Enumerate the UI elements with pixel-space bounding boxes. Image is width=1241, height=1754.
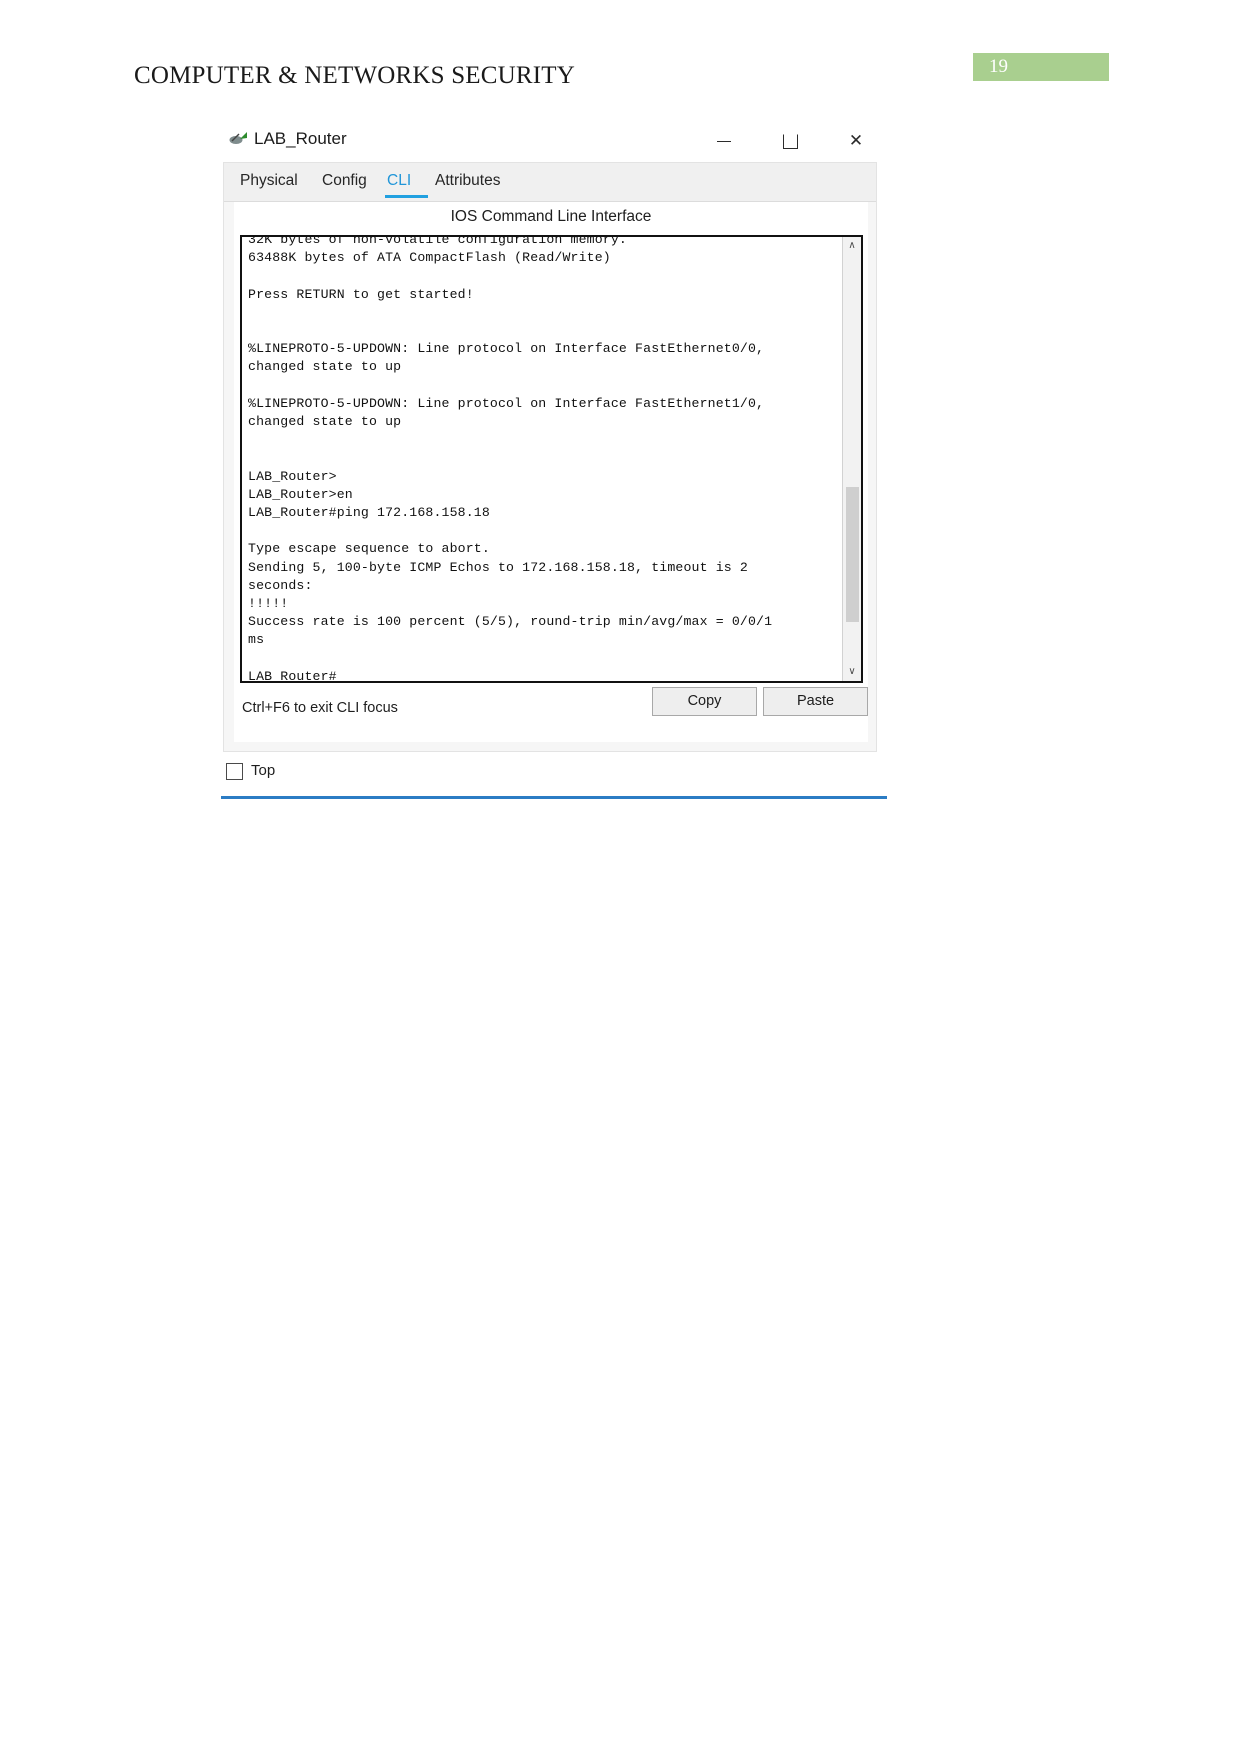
copy-button[interactable]: Copy — [652, 687, 757, 716]
tab-cli[interactable]: CLI — [387, 172, 411, 195]
terminal-output: 32K bytes of non-volatile configuration … — [248, 235, 773, 683]
window-bottom-rule — [221, 796, 887, 799]
maximize-icon — [782, 134, 798, 150]
terminal[interactable]: 32K bytes of non-volatile configuration … — [240, 235, 863, 683]
top-checkbox[interactable] — [226, 763, 243, 780]
window-titlebar: LAB_Router ✕ — [221, 118, 887, 162]
scrollbar-thumb[interactable] — [846, 487, 859, 622]
scroll-down-icon[interactable]: ∨ — [843, 663, 861, 681]
tab-attributes[interactable]: Attributes — [435, 172, 500, 195]
window-footer: Top — [223, 758, 877, 792]
page-number-badge: 19 — [973, 53, 1109, 81]
minimize-button[interactable] — [701, 126, 747, 156]
paste-button[interactable]: Paste — [763, 687, 868, 716]
close-button[interactable]: ✕ — [833, 126, 879, 156]
window-title: LAB_Router — [254, 129, 347, 148]
tab-physical[interactable]: Physical — [240, 172, 298, 195]
active-tab-indicator — [385, 195, 428, 198]
tabs-panel: Physical Config CLI Attributes IOS Comma… — [223, 162, 877, 752]
minimize-icon — [717, 141, 731, 143]
tab-config[interactable]: Config — [322, 172, 367, 195]
tabstrip: Physical Config CLI Attributes — [224, 163, 876, 202]
terminal-scrollbar[interactable]: ∧ ∨ — [842, 237, 861, 681]
router-device-icon — [229, 130, 249, 148]
page-title: COMPUTER & NETWORKS SECURITY — [134, 62, 576, 89]
cli-heading: IOS Command Line Interface — [450, 208, 652, 225]
cli-focus-hint: Ctrl+F6 to exit CLI focus — [242, 700, 398, 716]
window-body: Physical Config CLI Attributes IOS Comma… — [221, 162, 887, 798]
device-window: LAB_Router ✕ Physical Config CLI Attribu… — [221, 118, 887, 798]
document-header: COMPUTER & NETWORKS SECURITY 19 — [0, 0, 1241, 120]
maximize-button[interactable] — [767, 126, 813, 156]
page-number: 19 — [989, 56, 1008, 77]
scroll-up-icon[interactable]: ∧ — [843, 237, 861, 255]
close-icon: ✕ — [848, 131, 864, 150]
top-checkbox-label: Top — [251, 762, 276, 779]
cli-panel: IOS Command Line Interface 32K bytes of … — [234, 202, 868, 742]
